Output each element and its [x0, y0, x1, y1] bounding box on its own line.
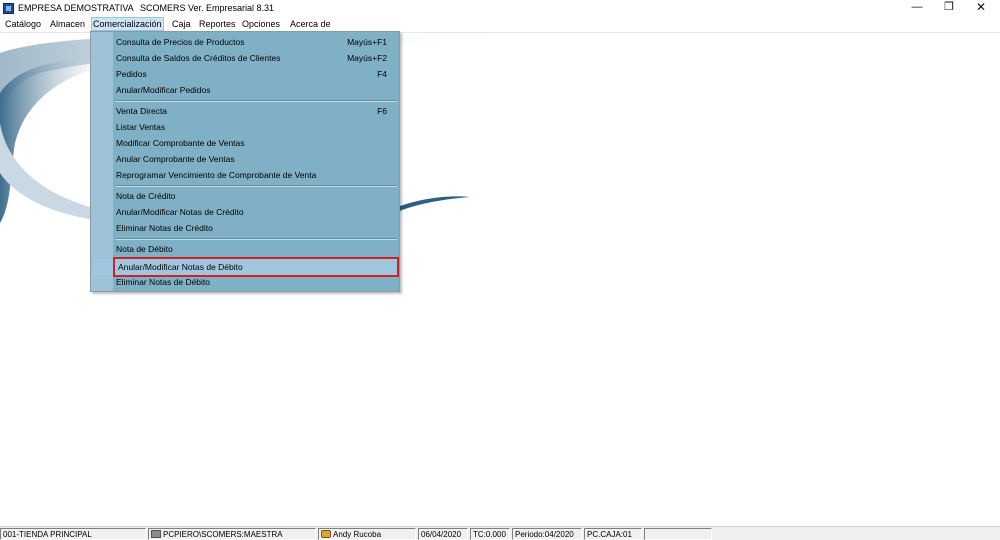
- status-bar: 001-TIENDA PRINCIPAL PCPIERO\SCOMERS:MAE…: [0, 526, 1000, 540]
- menu-item-eliminar-notas-debito[interactable]: Eliminar Notas de Débito: [113, 274, 399, 290]
- status-date: 06/04/2020: [418, 528, 468, 540]
- status-period: Periodo:04/2020: [512, 528, 582, 540]
- status-date-text: 06/04/2020: [421, 530, 462, 539]
- menu-separator: [115, 100, 397, 102]
- menu-item-consulta-saldos[interactable]: Consulta de Saldos de Créditos de Client…: [113, 50, 399, 66]
- menu-item-label: Venta Directa: [116, 106, 168, 116]
- menu-item-label: Anular/Modificar Pedidos: [116, 85, 211, 95]
- status-database: PCPIERO\SCOMERS:MAESTRA: [148, 528, 316, 540]
- menu-item-shortcut: Mayús+F1: [347, 37, 387, 47]
- menu-catalogo[interactable]: Catálogo: [4, 17, 42, 31]
- status-user-text: Andy Rucoba: [333, 530, 382, 539]
- menu-gutter-highlight: [92, 259, 113, 275]
- menu-item-reprogramar-vencimiento[interactable]: Reprogramar Vencimiento de Comprobante d…: [113, 167, 399, 183]
- window-product: SCOMERS Ver. Empresarial 8.31: [140, 3, 275, 13]
- menu-item-label: Pedidos: [116, 69, 147, 79]
- menu-item-shortcut: F4: [377, 69, 387, 79]
- menu-item-label: Consulta de Precios de Productos: [116, 37, 245, 47]
- menu-item-anular-pedidos[interactable]: Anular/Modificar Pedidos: [113, 82, 399, 98]
- menu-item-label: Listar Ventas: [116, 122, 166, 132]
- computer-icon: [151, 530, 161, 538]
- restore-icon[interactable]: ❐: [934, 0, 964, 17]
- menu-separator: [115, 185, 397, 187]
- menu-reportes[interactable]: Reportes: [198, 17, 237, 31]
- status-exchange-rate-text: TC:0.000: [473, 530, 506, 539]
- close-icon[interactable]: ✕: [966, 0, 996, 17]
- menu-item-shortcut: F6: [377, 106, 387, 116]
- comercializacion-dropdown: Consulta de Precios de Productos Mayús+F…: [90, 31, 400, 292]
- menu-item-shortcut: Mayús+F2: [347, 53, 387, 63]
- menu-item-label: Consulta de Saldos de Créditos de Client…: [116, 53, 281, 63]
- menu-item-eliminar-notas-credito[interactable]: Eliminar Notas de Crédito: [113, 220, 399, 236]
- menu-item-label: Anular/Modificar Notas de Débito: [118, 262, 243, 272]
- menu-comercializacion[interactable]: Comercialización: [91, 17, 164, 31]
- menu-item-label: Eliminar Notas de Débito: [116, 277, 211, 287]
- menu-item-nota-credito[interactable]: Nota de Crédito: [113, 188, 399, 204]
- menu-item-anular-comprobante[interactable]: Anular Comprobante de Ventas: [113, 151, 399, 167]
- menu-item-label: Nota de Débito: [116, 244, 173, 254]
- menu-item-label: Anular/Modificar Notas de Crédito: [116, 207, 244, 217]
- menu-item-pedidos[interactable]: Pedidos F4: [113, 66, 399, 82]
- menu-opciones[interactable]: Opciones: [241, 17, 281, 31]
- status-store: 001-TIENDA PRINCIPAL: [0, 528, 146, 540]
- menu-item-label: Nota de Crédito: [116, 191, 176, 201]
- menu-gutter: [91, 32, 113, 291]
- status-user: Andy Rucoba: [318, 528, 416, 540]
- menu-almacen[interactable]: Almacen: [49, 17, 86, 31]
- status-database-text: PCPIERO\SCOMERS:MAESTRA: [163, 530, 283, 539]
- status-cashbox: PC.CAJA:01: [584, 528, 642, 540]
- menu-item-anular-notas-credito[interactable]: Anular/Modificar Notas de Crédito: [113, 204, 399, 220]
- menu-separator: [115, 238, 397, 240]
- menu-item-label: Reprogramar Vencimiento de Comprobante d…: [116, 170, 317, 180]
- menu-item-consulta-precios[interactable]: Consulta de Precios de Productos Mayús+F…: [113, 34, 399, 50]
- status-exchange-rate: TC:0.000: [470, 528, 510, 540]
- menu-item-label: Eliminar Notas de Crédito: [116, 223, 213, 233]
- menu-caja[interactable]: Caja: [171, 17, 192, 31]
- menu-item-modificar-comprobante[interactable]: Modificar Comprobante de Ventas: [113, 135, 399, 151]
- title-bar: EMPRESA DEMOSTRATIVA SCOMERS Ver. Empres…: [0, 0, 1000, 17]
- minimize-icon[interactable]: —: [902, 0, 932, 17]
- app-icon[interactable]: [3, 3, 14, 14]
- menu-item-venta-directa[interactable]: Venta Directa F6: [113, 103, 399, 119]
- window-company: EMPRESA DEMOSTRATIVA: [18, 3, 134, 13]
- status-store-text: 001-TIENDA PRINCIPAL: [3, 530, 92, 539]
- user-icon: [321, 530, 331, 538]
- menu-item-label: Modificar Comprobante de Ventas: [116, 138, 245, 148]
- menu-bar: Catálogo Almacen Comercialización Caja R…: [0, 17, 1000, 31]
- status-cashbox-text: PC.CAJA:01: [587, 530, 632, 539]
- status-period-text: Periodo:04/2020: [515, 530, 574, 539]
- menu-item-listar-ventas[interactable]: Listar Ventas: [113, 119, 399, 135]
- menu-acerca-de[interactable]: Acerca de: [289, 17, 332, 31]
- menu-item-nota-debito[interactable]: Nota de Débito: [113, 241, 399, 257]
- status-empty-cell: [644, 528, 712, 540]
- menu-item-label: Anular Comprobante de Ventas: [116, 154, 235, 164]
